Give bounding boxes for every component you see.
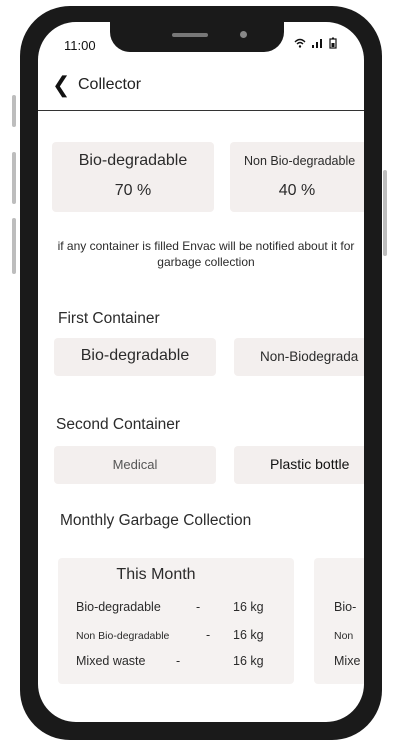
row-value: 16 kg: [233, 628, 264, 642]
notification-note: if any container is filled Envac will be…: [57, 239, 355, 269]
second-container-option-medical[interactable]: Medical: [54, 446, 216, 484]
phone-mute-switch: [12, 95, 16, 127]
level-value: 70 %: [114, 182, 152, 199]
level-card-non-biodegradable: Non Bio-degradable 40 %: [230, 142, 364, 212]
back-arrow-icon[interactable]: ❮: [52, 74, 70, 96]
status-icons: [294, 35, 337, 49]
app-screen: 11:00 ❮ Collector Bio-degradable 70 % No…: [38, 22, 364, 722]
phone-power-button: [383, 170, 387, 256]
row-label: Non: [334, 630, 354, 642]
second-container-title: Second Container: [56, 416, 181, 433]
row-value: 16 kg: [233, 600, 264, 614]
battery-icon: [329, 37, 337, 49]
option-label: Non-Biodegrada: [260, 349, 359, 364]
row-label: Bio-: [334, 600, 357, 614]
front-camera: [240, 31, 247, 38]
monthly-collection-title: Monthly Garbage Collection: [60, 512, 252, 529]
option-label: Medical: [112, 457, 158, 472]
level-value: 40 %: [278, 182, 316, 199]
phone-volume-up-button: [12, 152, 16, 204]
wifi-icon: [294, 38, 306, 48]
monthly-card-title: This Month: [116, 566, 196, 583]
speaker-slot: [172, 33, 208, 37]
monthly-card-next: Bio- Non Mixe: [314, 558, 364, 684]
level-name: Bio-degradable: [78, 152, 188, 169]
row-dash: -: [206, 628, 211, 642]
app-header: ❮ Collector: [38, 70, 364, 111]
level-name: Non Bio-degradable: [244, 154, 356, 168]
row-label: Non Bio-degradable: [76, 630, 170, 642]
level-card-biodegradable: Bio-degradable 70 %: [52, 142, 214, 212]
row-dash: -: [176, 654, 181, 668]
row-label: Mixe: [334, 654, 361, 668]
option-label: Bio-degradable: [80, 347, 190, 364]
signal-icon: [312, 38, 323, 48]
phone-notch: [110, 22, 284, 52]
option-label: Plastic bottle: [270, 456, 350, 472]
page-title: Collector: [78, 76, 142, 93]
status-time: 11:00: [64, 38, 96, 53]
phone-volume-down-button: [12, 218, 16, 274]
first-container-option-non-biodegradable[interactable]: Non-Biodegrada: [234, 338, 364, 376]
first-container-option-biodegradable[interactable]: Bio-degradable: [54, 338, 216, 376]
row-label: Bio-degradable: [76, 600, 161, 614]
first-container-title: First Container: [58, 310, 160, 327]
second-container-option-plastic-bottle[interactable]: Plastic bottle: [234, 446, 364, 484]
row-dash: -: [196, 600, 201, 614]
row-value: 16 kg: [233, 654, 264, 668]
monthly-card-this-month: This Month Bio-degradable - 16 kg Non Bi…: [58, 558, 294, 684]
row-label: Mixed waste: [76, 654, 146, 668]
